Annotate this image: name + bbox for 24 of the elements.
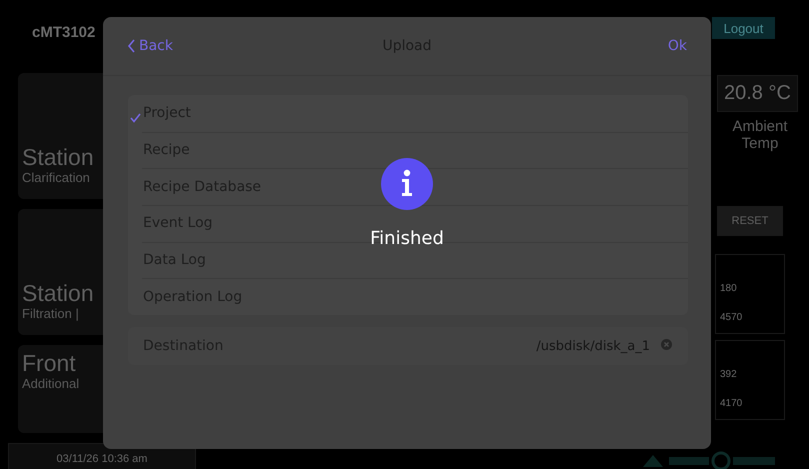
card-title: Station (22, 280, 94, 306)
value-reading: 4570 (720, 312, 744, 323)
value-reading: 4170 (720, 398, 744, 409)
info-icon (381, 158, 433, 210)
reset-button[interactable]: RESET (717, 206, 783, 236)
logout-button[interactable]: Logout (712, 17, 775, 39)
card-subtitle: Additional (22, 376, 80, 392)
card-subtitle: Clarification (22, 170, 90, 185)
station-card[interactable]: Front Additional (18, 345, 103, 433)
temperature-label: Ambient Temp (731, 118, 789, 152)
station-card[interactable]: Station Clarification (18, 73, 103, 199)
back-button[interactable]: Back (127, 38, 173, 54)
chevron-left-icon (127, 39, 136, 53)
station-card[interactable]: Station Filtration | (18, 209, 103, 335)
temperature-display: 20.8 °C (717, 75, 798, 112)
card-subtitle: Filtration | (22, 306, 79, 321)
ok-button[interactable]: Ok (668, 38, 687, 54)
card-title: Station (22, 144, 94, 170)
device-name: cMT3102 (32, 24, 96, 41)
clear-icon[interactable] (661, 339, 672, 350)
value-reading: 180 (720, 283, 738, 294)
status-message: Finished (370, 228, 444, 249)
card-title: Front (22, 351, 76, 376)
value-reading: 392 (720, 369, 738, 380)
